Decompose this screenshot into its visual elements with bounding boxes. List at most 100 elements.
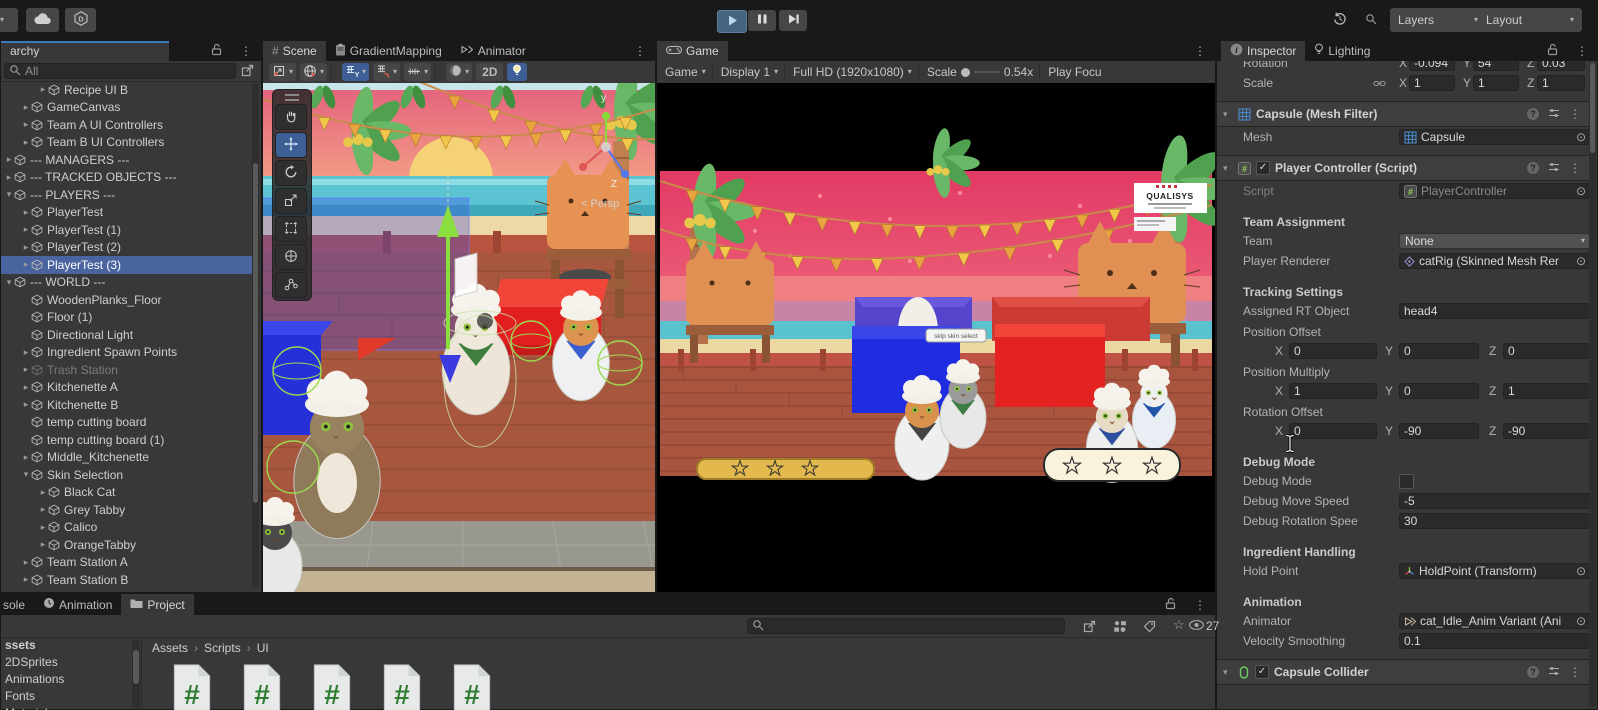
fold-right-icon[interactable]: ▸ — [21, 137, 31, 148]
hierarchy-item[interactable]: ▸ Middle_Kitchenette — [1, 449, 254, 467]
slider-knob[interactable] — [960, 67, 970, 77]
value-field[interactable]: 1 — [1503, 383, 1589, 399]
hierarchy-item[interactable]: ▸ --- TRACKED OBJECTS --- — [1, 169, 254, 187]
value-field[interactable]: 30 — [1399, 513, 1589, 529]
presets-icon[interactable] — [1548, 161, 1560, 175]
hierarchy-item[interactable]: ▸ --- MANAGERS --- — [1, 151, 254, 169]
value-field[interactable]: 0 — [1289, 343, 1377, 359]
project-menu-button[interactable]: ⋮ — [1185, 594, 1215, 615]
project-lock-button[interactable] — [1156, 594, 1185, 615]
value-field[interactable]: 1 — [1289, 383, 1377, 399]
hierarchy-lock-button[interactable] — [202, 41, 231, 61]
search-by-label-icon[interactable] — [1143, 620, 1156, 636]
skip-skin-select-button[interactable]: skip skin select — [925, 328, 987, 343]
move-tool-button[interactable] — [275, 132, 307, 158]
fold-down-icon[interactable]: ▾ — [1223, 163, 1233, 174]
hierarchy-item[interactable]: ▸ Team Station A — [1, 554, 254, 572]
game-display-dropdown[interactable]: Display 1 ▾ — [721, 65, 778, 79]
hierarchy-item[interactable]: ▸ Ingredient Spawn Points — [1, 344, 254, 362]
tab-game[interactable]: Game — [657, 41, 728, 61]
tab-scene[interactable]: # Scene — [263, 41, 326, 61]
transform-tool-button[interactable] — [275, 244, 307, 270]
object-field[interactable]: # PlayerController ⊙ — [1399, 183, 1589, 199]
breadcrumb-assets[interactable]: Assets — [152, 641, 188, 655]
value-field[interactable]: 0 — [1399, 383, 1479, 399]
hidden-count-indicator[interactable]: 27 — [1189, 619, 1219, 633]
game-resolution-dropdown[interactable]: Full HD (1920x1080) ▾ — [793, 65, 912, 79]
custom-tool-button[interactable] — [275, 272, 307, 298]
step-button[interactable] — [779, 10, 807, 31]
fold-down-icon[interactable]: ▾ — [1223, 667, 1233, 678]
fold-right-icon[interactable]: ▸ — [21, 119, 31, 130]
scale-tool-button[interactable] — [275, 188, 307, 214]
hierarchy-item[interactable]: ▸ Kitchenette B — [1, 396, 254, 414]
value-field[interactable]: 0 — [1503, 343, 1589, 359]
project-folder-item[interactable]: Fonts — [1, 688, 131, 705]
object-field[interactable]: Capsule ⊙ — [1399, 129, 1589, 145]
value-field[interactable]: 0.03 — [1537, 61, 1585, 71]
hierarchy-item[interactable]: ▸ OrangeTabby — [1, 536, 254, 554]
breadcrumb-ui[interactable]: UI — [257, 641, 269, 655]
open-in-window-icon[interactable] — [241, 64, 254, 80]
project-folder-item[interactable]: 2DSprites — [1, 654, 131, 671]
tool-handle-dropdown[interactable]: ▾ — [269, 63, 297, 81]
layout-dropdown[interactable]: Layout ▾ — [1478, 8, 1582, 32]
component-header-player-controller-script-[interactable]: ▾ # ✓ Player Controller (Script)? ⋮ — [1217, 155, 1589, 181]
component-enabled-checkbox[interactable]: ✓ — [1255, 665, 1269, 679]
value-field[interactable]: 1 — [1473, 75, 1519, 91]
value-field[interactable]: 0 — [1399, 343, 1479, 359]
global-search-button[interactable] — [1358, 8, 1384, 32]
open-in-window-icon[interactable] — [1083, 620, 1096, 636]
fold-right-icon[interactable]: ▸ — [38, 487, 48, 498]
tab-console[interactable]: sole — [1, 594, 34, 615]
help-icon[interactable]: ? — [1527, 666, 1539, 678]
object-picker-icon[interactable]: ⊙ — [1576, 614, 1586, 628]
hierarchy-item[interactable]: ▸ Team Station B — [1, 571, 254, 589]
fold-right-icon[interactable]: ▸ — [21, 399, 31, 410]
kebab-menu-icon[interactable]: ⋮ — [1569, 161, 1581, 175]
fold-down-icon[interactable]: ▾ — [4, 277, 14, 288]
fold-right-icon[interactable]: ▸ — [21, 364, 31, 375]
scene-viewport[interactable]: y Z < Persp — [263, 83, 655, 592]
fold-right-icon[interactable]: ▸ — [38, 539, 48, 550]
object-picker-icon[interactable]: ⊙ — [1576, 130, 1586, 144]
snap-grid-button[interactable]: ▾ — [373, 63, 401, 81]
component-enabled-checkbox[interactable]: ✓ — [1256, 161, 1270, 175]
object-picker-icon[interactable]: ⊙ — [1576, 564, 1586, 578]
fold-right-icon[interactable]: ▸ — [21, 452, 31, 463]
hand-tool-button[interactable] — [275, 104, 307, 130]
fold-right-icon[interactable]: ▸ — [4, 154, 14, 165]
object-field[interactable]: catRig (Skinned Mesh Rer ⊙ — [1399, 253, 1589, 269]
object-picker-icon[interactable]: ⊙ — [1576, 184, 1586, 198]
favorites-star-icon[interactable]: ☆ — [1173, 617, 1185, 633]
hierarchy-item[interactable]: ▸ PlayerTest (3) — [1, 256, 254, 274]
help-icon[interactable]: ? — [1527, 162, 1539, 174]
hierarchy-item[interactable]: ▾ --- PLAYERS --- — [1, 186, 254, 204]
kebab-menu-icon[interactable]: ⋮ — [1569, 665, 1581, 679]
value-field[interactable]: 0.1 — [1399, 633, 1589, 649]
checkbox[interactable] — [1399, 474, 1414, 489]
scene-lighting-toggle[interactable] — [507, 63, 528, 81]
value-field[interactable]: -5 — [1399, 493, 1589, 509]
hierarchy-item[interactable]: ▸ Trash Station — [1, 361, 254, 379]
value-field[interactable]: 54 — [1473, 61, 1519, 71]
shading-mode-dropdown[interactable]: ▾ — [446, 63, 473, 81]
project-folder-scrollbar[interactable] — [132, 640, 140, 708]
script-file-item[interactable]: # — [380, 663, 424, 710]
game-display-target-dropdown[interactable]: Game ▾ — [665, 65, 706, 79]
script-file-item[interactable]: # — [310, 663, 354, 710]
object-field[interactable]: cat_Idle_Anim Variant (Ani ⊙ — [1399, 613, 1589, 629]
fold-down-icon[interactable]: ▾ — [21, 469, 31, 480]
value-field[interactable]: -90 — [1399, 423, 1479, 439]
project-folder-item[interactable]: Materials — [1, 705, 131, 710]
hierarchy-item[interactable]: ▸ Grey Tabby — [1, 501, 254, 519]
fold-right-icon[interactable]: ▸ — [38, 522, 48, 533]
component-header-capsule-mesh-filter-[interactable]: ▾ Capsule (Mesh Filter)? ⋮ — [1217, 101, 1589, 127]
tab-gradientmapping[interactable]: GradientMapping — [326, 41, 451, 61]
fold-right-icon[interactable]: ▸ — [21, 102, 31, 113]
undo-history-button[interactable] — [1326, 8, 1354, 32]
scene-menu-button[interactable]: ⋮ — [625, 41, 655, 61]
value-field[interactable]: -0.094 — [1409, 61, 1455, 71]
hierarchy-item[interactable]: ▸ Recipe UI B — [1, 81, 254, 99]
game-menu-button[interactable]: ⋮ — [1185, 41, 1215, 61]
